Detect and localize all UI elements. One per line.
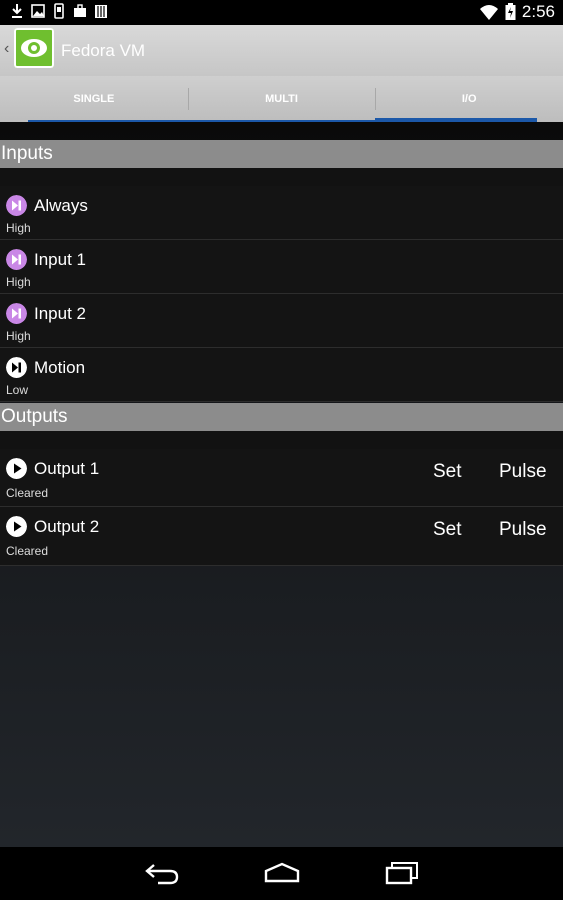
tab-io[interactable]: I/O [375, 76, 563, 122]
notification-icons [10, 3, 108, 20]
clock: 2:56 [521, 2, 555, 21]
set-button[interactable]: Set [433, 519, 462, 541]
output-row: Output 2 Cleared Set Pulse [0, 507, 563, 566]
output-play-icon [6, 516, 27, 537]
phone-icon [54, 3, 64, 19]
set-button[interactable]: Set [433, 461, 462, 483]
output-row: Output 1 Set Cleared Set Pulse [0, 449, 563, 507]
io-content: Inputs Always High Input 1 High Input 2 … [0, 122, 563, 847]
pulse-button[interactable]: Pulse [499, 461, 547, 483]
image-icon [31, 4, 45, 18]
system-icons: 2:56 [479, 2, 555, 22]
input-name: Always [34, 196, 88, 215]
input-indicator-icon [6, 303, 27, 324]
input-row[interactable]: Input 1 High [0, 240, 563, 294]
tab-multi[interactable]: MULTI [187, 76, 376, 122]
eye-logo-icon[interactable] [14, 28, 54, 68]
up-chevron-icon[interactable]: ‹ [4, 40, 9, 58]
input-indicator-icon [6, 357, 27, 378]
output-play-icon [6, 458, 27, 479]
wifi-icon [479, 5, 498, 20]
download-icon [12, 4, 22, 18]
inputs-header: Inputs [0, 140, 563, 168]
home-icon[interactable] [263, 859, 301, 887]
input-name: Input 2 [34, 304, 86, 323]
pulse-button[interactable]: Pulse [499, 519, 547, 541]
input-state: Low [6, 383, 29, 397]
barcode-icon [95, 5, 107, 18]
output-name: Output 1 [34, 459, 100, 478]
output-state: Cleared [6, 544, 49, 558]
section-divider [0, 431, 563, 450]
input-state: High [6, 275, 31, 289]
tab-bar: SINGLE MULTI I/O [0, 76, 563, 122]
section-divider [0, 168, 563, 187]
input-row[interactable]: Always High [0, 186, 563, 240]
output-name: Output 2 [34, 517, 100, 536]
tab-single[interactable]: SINGLE [0, 76, 188, 122]
input-indicator-icon [6, 249, 27, 270]
input-name: Input 1 [34, 250, 86, 269]
input-name: Motion [34, 358, 86, 377]
navigation-bar [0, 847, 563, 900]
briefcase-icon [74, 4, 86, 17]
input-row[interactable]: Motion Low [0, 348, 563, 402]
outputs-header: Outputs [0, 403, 563, 431]
output-state: Cleared [6, 486, 49, 500]
recents-icon[interactable] [384, 859, 420, 887]
app-title: Fedora VM [61, 41, 146, 60]
back-icon[interactable] [144, 859, 180, 887]
battery-charging-icon [505, 3, 516, 20]
input-indicator-icon [6, 195, 27, 216]
action-bar: ‹ Fedora VM [0, 25, 563, 76]
status-bar: 2:56 [0, 0, 563, 25]
input-row[interactable]: Input 2 High [0, 294, 563, 348]
input-state: High [6, 221, 31, 235]
input-state: High [6, 329, 31, 343]
